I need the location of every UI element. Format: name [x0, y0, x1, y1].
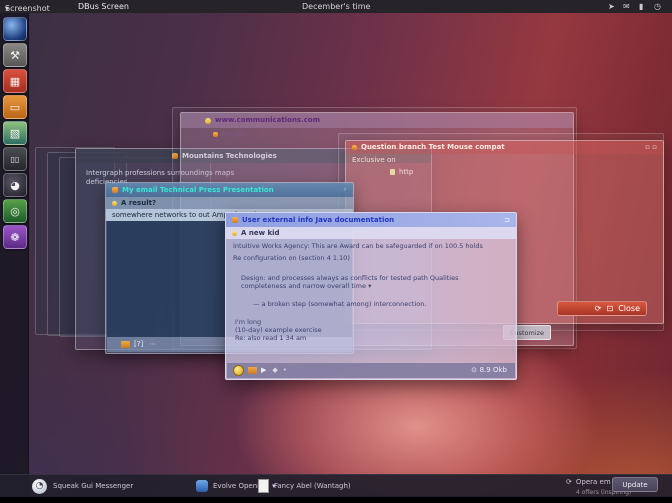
message-line: Intuitive Works Agency: This are Award c…: [233, 242, 509, 250]
window-front-subrow[interactable]: A new kid: [226, 227, 516, 239]
pointer-indicator-icon[interactable]: ➤: [608, 2, 615, 11]
folder-icon[interactable]: [121, 341, 130, 348]
launcher-item-calendar[interactable]: ▦: [3, 69, 27, 93]
window-blue-subrow[interactable]: A result?: [106, 197, 353, 209]
swirl-icon: ◕: [10, 180, 20, 191]
buddy-icon: [232, 231, 237, 236]
window-right-row-label: Exclusive on: [352, 156, 396, 165]
app-icon: [112, 187, 118, 193]
window-right-lock-row[interactable]: http: [346, 166, 663, 178]
launcher-item-tools[interactable]: ⚒: [3, 43, 27, 67]
window-blue-title: My email Technical Press Presentation: [122, 186, 274, 195]
update-button[interactable]: Update: [612, 477, 658, 492]
grid-icon: ▦: [10, 76, 20, 87]
message-line: (10-day) example exercise: [235, 326, 509, 334]
taskbar-item-messenger[interactable]: ◔ Squeak Gui Messenger: [32, 475, 133, 497]
chevron-down-icon: ▾: [5, 4, 9, 13]
message-line: I'm long: [235, 318, 509, 326]
more-icon[interactable]: ⋯: [149, 340, 156, 349]
window-right-lock-label: http: [399, 168, 413, 177]
flower-icon: ❁: [10, 232, 19, 243]
app-icon: [352, 145, 357, 150]
battery-indicator-icon[interactable]: ▮: [639, 2, 643, 11]
tools-icon: ⚒: [10, 50, 20, 61]
message-line: Re configuration on (section 4 1.10): [233, 254, 509, 262]
window-control-icon[interactable]: ◦: [343, 186, 347, 195]
image-icon: ▧: [10, 128, 20, 139]
reload-icon[interactable]: ⟳: [595, 304, 602, 313]
message-line: completeness and narrow overall time ▾: [241, 282, 509, 290]
taskbar-document-label: Fancy Abel (Wantagh): [274, 482, 351, 490]
message-line: Re: also read 1 34 am: [235, 334, 509, 342]
messenger-icon: ◔: [32, 479, 47, 494]
launcher-item-media[interactable]: ❁: [3, 225, 27, 249]
launcher-item-swirl-app[interactable]: ◕: [3, 173, 27, 197]
play-icon[interactable]: ▶: [261, 366, 266, 375]
taskbar-item-document[interactable]: Fancy Abel (Wantagh): [258, 475, 351, 497]
box-icon: ▭: [10, 102, 20, 113]
window-right-row[interactable]: Exclusive on: [346, 154, 663, 166]
window-top-subtitle: Mozilla: [222, 130, 246, 139]
refresh-icon: ⟳: [566, 478, 572, 486]
app-icon: [205, 118, 211, 124]
window-control-icon[interactable]: ⊐: [504, 216, 510, 225]
help-icon[interactable]: [?]: [134, 340, 143, 349]
window-front-toolbar[interactable]: ▶ ◆ • ⊙ 8.9 Okb: [227, 363, 515, 378]
document-icon: [258, 479, 269, 493]
app-icon: [232, 217, 238, 223]
window-box-icon[interactable]: ⊡: [607, 304, 614, 313]
panel-clock[interactable]: December's time: [302, 2, 370, 11]
insert-icon[interactable]: •: [283, 366, 287, 375]
window-controls[interactable]: ▫ ▫: [645, 143, 657, 152]
close-button-bar[interactable]: ⟳ ⊡ Close: [557, 301, 647, 316]
top-panel: Screenshot ▾ DBus Screen December's time…: [0, 0, 672, 13]
status-icon: [112, 201, 117, 206]
bookmark-icon: [213, 132, 218, 137]
window-right-title: Question branch Test Mouse compat: [361, 143, 505, 152]
clock-indicator-icon[interactable]: ◷: [654, 2, 661, 11]
counter-icon: ⊙: [471, 366, 477, 375]
font-icon[interactable]: ◆: [272, 366, 277, 375]
window-front-subrow-label: A new kid: [241, 229, 280, 238]
message-line: — a broken step (somewhat among) interco…: [253, 300, 509, 308]
taskbar-messenger-label: Squeak Gui Messenger: [53, 482, 133, 490]
window-blue-subrow-label: A result?: [121, 199, 156, 208]
window-top-titlebar[interactable]: www.communications.com: [181, 113, 573, 128]
window-top-title: www.communications.com: [215, 116, 320, 125]
launcher-item-browser[interactable]: [3, 17, 27, 41]
launcher-item-photos[interactable]: ▧: [3, 121, 27, 145]
counter-value: 8.9 Okb: [480, 366, 507, 375]
emoticon-icon[interactable]: [233, 365, 244, 376]
taskbar: ◔ Squeak Gui Messenger Evolve Opening ▾ …: [0, 474, 672, 497]
message-line: Design: and processes always as conflict…: [241, 274, 509, 282]
window-front-content[interactable]: Intuitive Works Agency: This are Award c…: [227, 239, 515, 363]
launcher-item-recorder[interactable]: ◎: [3, 199, 27, 223]
lock-icon: [390, 169, 395, 175]
app-blue-icon: [196, 480, 208, 492]
window-right-titlebar[interactable]: Question branch Test Mouse compat ▫ ▫: [346, 141, 663, 154]
launcher-item-devices[interactable]: ▯▯: [3, 147, 27, 171]
window-blue-titlebar[interactable]: My email Technical Press Presentation ◦: [106, 183, 353, 197]
window-front[interactable]: User external info Java documentation ⊐ …: [225, 212, 517, 380]
window-front-title: User external info Java documentation: [242, 216, 394, 225]
window-front-titlebar[interactable]: User external info Java documentation ⊐: [226, 213, 516, 227]
panel-window-title: DBus Screen: [78, 2, 129, 11]
phones-icon: ▯▯: [11, 154, 20, 165]
close-button[interactable]: Close: [618, 304, 640, 313]
launcher-item-files[interactable]: ▭: [3, 95, 27, 119]
attach-icon[interactable]: [248, 367, 257, 374]
mail-indicator-icon[interactable]: ✉: [623, 2, 630, 11]
unity-launcher: ⚒ ▦ ▭ ▧ ▯▯ ◕ ◎ ❁: [0, 13, 29, 496]
record-icon: ◎: [10, 206, 20, 217]
